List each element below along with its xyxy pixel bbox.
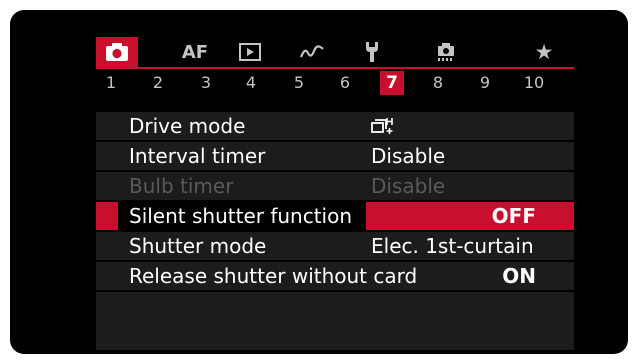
menu-item-label: Drive mode <box>129 114 246 138</box>
menu-category-tabs: AF ★ <box>96 37 574 67</box>
page-number[interactable]: 9 <box>473 71 497 95</box>
menu-list: Drive mode Interval timer Disable Bulb t… <box>96 112 574 350</box>
tab-af[interactable]: AF <box>173 37 217 67</box>
camera-menu-screen: AF ★ 1 2 3 4 5 6 7 8 9 10 Drive mode Int… <box>10 10 628 354</box>
menu-item-value: Disable <box>371 144 446 168</box>
menu-item-label: Shutter mode <box>129 234 267 258</box>
star-icon: ★ <box>534 40 554 64</box>
menu-item-drive-mode[interactable]: Drive mode <box>96 112 574 142</box>
page-number[interactable]: 6 <box>333 71 357 95</box>
tab-custom-functions[interactable] <box>426 37 466 67</box>
continuous-high-speed-icon <box>371 116 395 144</box>
menu-item-interval-timer[interactable]: Interval timer Disable <box>96 142 574 172</box>
menu-empty-row <box>96 292 574 322</box>
menu-item-bulb-timer: Bulb timer Disable <box>96 172 574 202</box>
tab-wireless[interactable] <box>292 37 332 67</box>
menu-item-release-without-card[interactable]: Release shutter without card ON <box>96 262 574 292</box>
page-number[interactable]: 10 <box>522 71 546 95</box>
camera-icon <box>106 43 128 61</box>
menu-item-value: Disable <box>371 174 446 198</box>
page-number-active[interactable]: 7 <box>380 71 404 95</box>
page-number[interactable]: 3 <box>194 71 218 95</box>
menu-item-label: Bulb timer <box>129 174 234 198</box>
custom-functions-icon <box>438 43 454 61</box>
menu-item-label: Silent shutter function <box>118 202 367 230</box>
wrench-icon <box>366 42 378 62</box>
wireless-icon <box>299 45 324 58</box>
page-number[interactable]: 8 <box>426 71 450 95</box>
menu-item-silent-shutter[interactable]: Silent shutter function OFF <box>96 202 574 232</box>
tab-playback[interactable] <box>230 37 270 67</box>
menu-item-label: Release shutter without card <box>129 264 418 288</box>
page-number[interactable]: 2 <box>146 71 170 95</box>
playback-icon <box>239 43 261 61</box>
menu-item-shutter-mode[interactable]: Shutter mode Elec. 1st-curtain <box>96 232 574 262</box>
menu-item-value: ON <box>502 264 536 288</box>
tab-my-menu[interactable]: ★ <box>524 37 564 67</box>
menu-item-label: Interval timer <box>129 144 266 168</box>
menu-item-value: OFF <box>491 204 536 228</box>
tab-setup[interactable] <box>352 37 392 67</box>
page-number[interactable]: 4 <box>239 71 263 95</box>
page-number[interactable]: 1 <box>99 71 123 95</box>
page-number[interactable]: 5 <box>287 71 311 95</box>
menu-item-value: Elec. 1st-curtain <box>371 234 534 258</box>
page-indicator: 1 2 3 4 5 6 7 8 9 10 <box>96 69 574 99</box>
tab-shooting[interactable] <box>96 37 138 67</box>
